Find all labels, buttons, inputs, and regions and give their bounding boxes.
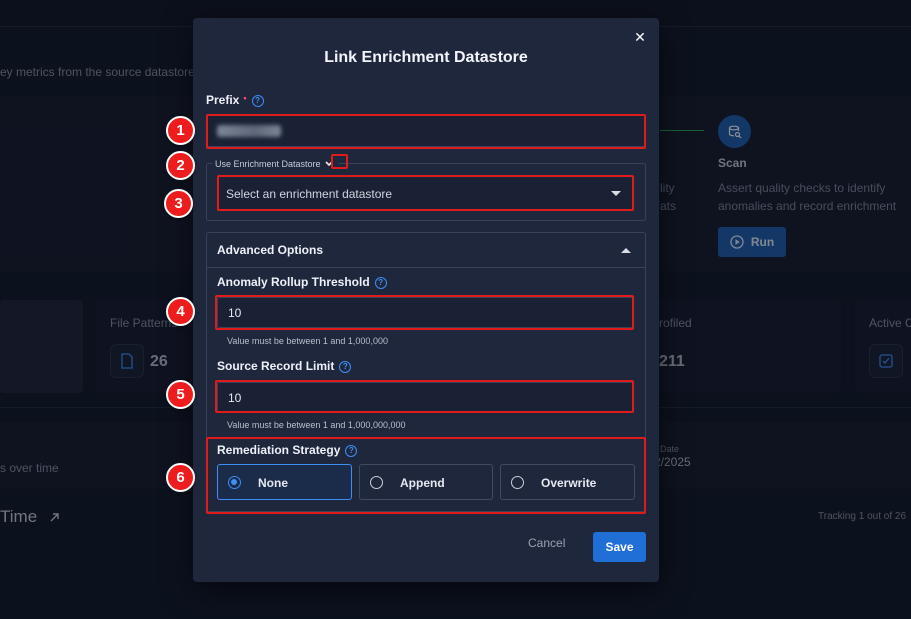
prefix-label-text: Prefix <box>206 93 240 107</box>
anomaly-rollup-hint: Value must be between 1 and 1,000,000 <box>227 336 388 346</box>
annotation-badge-4: 4 <box>166 297 195 326</box>
advanced-options-title: Advanced Options <box>217 243 324 257</box>
highlight-prefix <box>206 114 646 149</box>
enrichment-datastore-legend: Use Enrichment Datastore <box>212 158 338 169</box>
cancel-button[interactable]: Cancel <box>528 536 565 550</box>
source-record-limit-label: Source Record Limit? <box>217 359 352 373</box>
modal-title: Link Enrichment Datastore <box>324 49 528 66</box>
annotation-badge-1: 1 <box>166 116 195 145</box>
highlight-anomaly-rollup <box>215 295 634 330</box>
caret-up-icon <box>621 248 631 253</box>
help-icon[interactable]: ? <box>374 276 387 289</box>
annotation-badge-6: 6 <box>166 463 195 492</box>
source-record-limit-label-text: Source Record Limit <box>217 359 335 373</box>
annotation-badge-2: 2 <box>166 151 195 180</box>
annotation-badge-5: 5 <box>166 380 195 409</box>
close-icon[interactable]: ✕ <box>631 28 649 46</box>
prefix-label: Prefix •? <box>206 93 264 107</box>
highlight-remediation <box>206 437 646 514</box>
highlight-enrichment-select <box>217 175 634 211</box>
advanced-options-toggle[interactable]: Advanced Options <box>207 233 645 268</box>
anomaly-rollup-label: Anomaly Rollup Threshold? <box>217 275 387 289</box>
annotation-badge-3: 3 <box>164 189 193 218</box>
required-indicator: • <box>243 93 247 103</box>
enrichment-datastore-legend-text: Use Enrichment Datastore <box>215 158 321 169</box>
anomaly-rollup-label-text: Anomaly Rollup Threshold <box>217 275 370 289</box>
save-button[interactable]: Save <box>593 532 646 562</box>
help-icon[interactable]: ? <box>339 360 352 373</box>
highlight-source-record-limit <box>215 380 634 413</box>
source-record-limit-hint: Value must be between 1 and 1,000,000,00… <box>227 420 406 430</box>
highlight-toggle <box>331 154 348 169</box>
help-icon[interactable]: ? <box>251 94 264 107</box>
